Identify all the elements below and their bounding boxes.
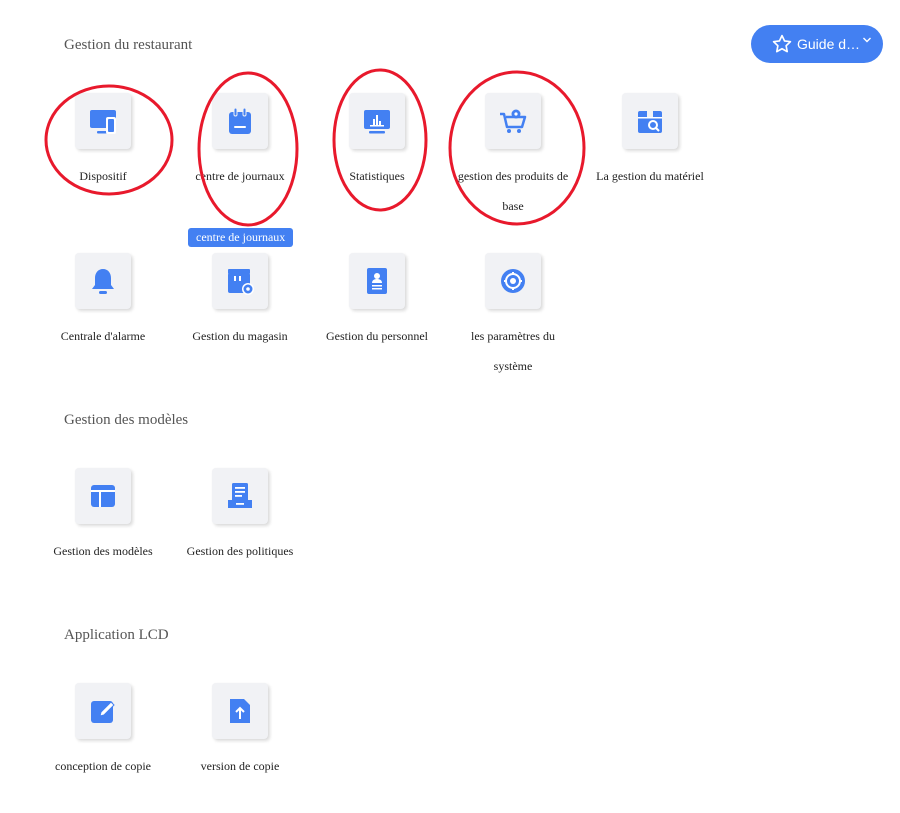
app-label: conception de copie <box>55 759 151 773</box>
app-label: centre de journaux <box>195 169 285 183</box>
app-gestion-personnel[interactable]: Gestion du personnel <box>317 253 437 351</box>
section-title-restaurant: Gestion du restaurant <box>64 37 193 53</box>
chevron-down-icon <box>863 37 872 43</box>
guide-button[interactable]: Guide d… <box>751 25 883 63</box>
upload-icon <box>230 699 250 723</box>
app-centrale-alarme[interactable]: Centrale d'alarme <box>43 253 163 351</box>
app-parametres-systeme[interactable]: les paramètres du système <box>453 253 573 381</box>
star-icon <box>772 34 792 53</box>
app-centre-de-journaux[interactable]: centre de journaux <box>180 93 300 191</box>
notebook-icon <box>229 107 251 134</box>
guide-button-label: Guide d… <box>797 36 861 52</box>
app-label: Dispositif <box>79 169 127 183</box>
app-statistiques[interactable]: Statistiques <box>317 93 437 191</box>
app-gestion-magasin[interactable]: Gestion du magasin <box>180 253 300 351</box>
app-label: les paramètres du système <box>471 329 555 373</box>
app-conception-copie[interactable]: conception de copie <box>43 683 163 781</box>
material-search-icon <box>638 111 662 133</box>
store-settings-icon <box>228 269 254 295</box>
template-icon <box>91 485 115 507</box>
settings-icon <box>501 269 525 293</box>
app-label: version de copie <box>200 759 280 773</box>
app-label: La gestion du matériel <box>596 169 704 183</box>
cart-icon <box>500 109 527 133</box>
app-label: Gestion du magasin <box>192 329 288 343</box>
app-label: gestion des produits de base <box>457 169 569 213</box>
app-version-copie[interactable]: version de copie <box>180 683 300 781</box>
app-label: Gestion des politiques <box>186 544 294 558</box>
app-gestion-politiques[interactable]: Gestion des politiques <box>180 468 300 566</box>
bell-icon <box>92 269 114 294</box>
app-label: Statistiques <box>349 169 405 183</box>
personnel-icon <box>367 268 387 294</box>
policy-icon <box>228 483 252 508</box>
section-title-lcd: Application LCD <box>64 627 169 643</box>
app-gestion-modeles[interactable]: Gestion des modèles <box>43 468 163 566</box>
app-dispositif[interactable]: Dispositif <box>43 93 163 191</box>
statistics-icon <box>364 110 390 134</box>
edit-icon <box>91 701 115 723</box>
app-gestion-materiel[interactable]: La gestion du matériel <box>590 93 710 191</box>
app-label: Centrale d'alarme <box>60 329 146 343</box>
section-title-models: Gestion des modèles <box>64 412 189 428</box>
device-icon <box>90 110 116 134</box>
tooltip: centre de journaux <box>188 228 294 247</box>
app-label: Gestion du personnel <box>326 329 428 343</box>
app-label: Gestion des modèles <box>53 544 153 558</box>
app-gestion-produits[interactable]: gestion des produits de base <box>453 93 573 221</box>
